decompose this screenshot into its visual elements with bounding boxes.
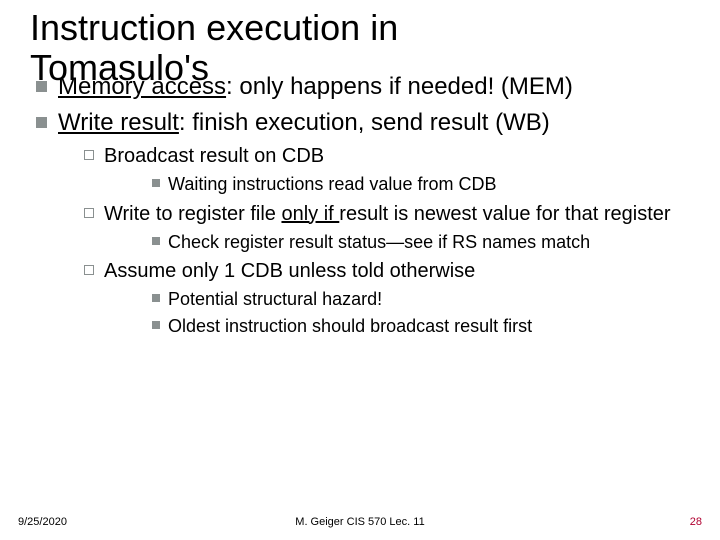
subsub-list-1: Waiting instructions read value from CDB: [104, 173, 690, 196]
bullet-1: Memory access: only happens if needed! (…: [30, 72, 690, 102]
sub-1: Broadcast result on CDB Waiting instruct…: [58, 144, 690, 196]
subsub-3b-text: Oldest instruction should broadcast resu…: [168, 316, 532, 336]
sub-3: Assume only 1 CDB unless told otherwise …: [58, 259, 690, 337]
subsub-list-3: Potential structural hazard! Oldest inst…: [104, 288, 690, 337]
sub-2-pre: Write to register file: [104, 203, 281, 225]
title-line-1: Instruction execution in: [30, 7, 398, 48]
subsub-2a: Check register result status—see if RS n…: [104, 231, 690, 254]
bullet-list: Memory access: only happens if needed! (…: [30, 72, 690, 337]
sub-1-text: Broadcast result on CDB: [104, 145, 324, 167]
subsub-3b: Oldest instruction should broadcast resu…: [104, 315, 690, 338]
bullet-1-term: Memory access: [58, 73, 226, 100]
footer-page-number: 28: [690, 516, 702, 528]
subsub-1a: Waiting instructions read value from CDB: [104, 173, 690, 196]
bullet-1-rest: : only happens if needed! (MEM): [226, 73, 573, 100]
sub-2-underline: only if: [281, 203, 339, 225]
sub-2: Write to register file only if result is…: [58, 202, 690, 254]
subsub-2a-text: Check register result status—see if RS n…: [168, 232, 590, 252]
subsub-1a-text: Waiting instructions read value from CDB: [168, 174, 496, 194]
slide-body: Memory access: only happens if needed! (…: [30, 72, 690, 343]
subsub-list-2: Check register result status—see if RS n…: [104, 231, 690, 254]
sub-list: Broadcast result on CDB Waiting instruct…: [58, 144, 690, 337]
footer-center: M. Geiger CIS 570 Lec. 11: [0, 516, 720, 528]
bullet-2: Write result: finish execution, send res…: [30, 108, 690, 337]
bullet-2-term: Write result: [58, 109, 179, 136]
subsub-3a: Potential structural hazard!: [104, 288, 690, 311]
subsub-3a-text: Potential structural hazard!: [168, 289, 382, 309]
slide: Instruction execution in Tomasulo's Memo…: [0, 0, 720, 540]
bullet-2-rest: : finish execution, send result (WB): [179, 109, 550, 136]
sub-2-post: result is newest value for that register: [339, 203, 670, 225]
sub-3-text: Assume only 1 CDB unless told otherwise: [104, 260, 475, 282]
